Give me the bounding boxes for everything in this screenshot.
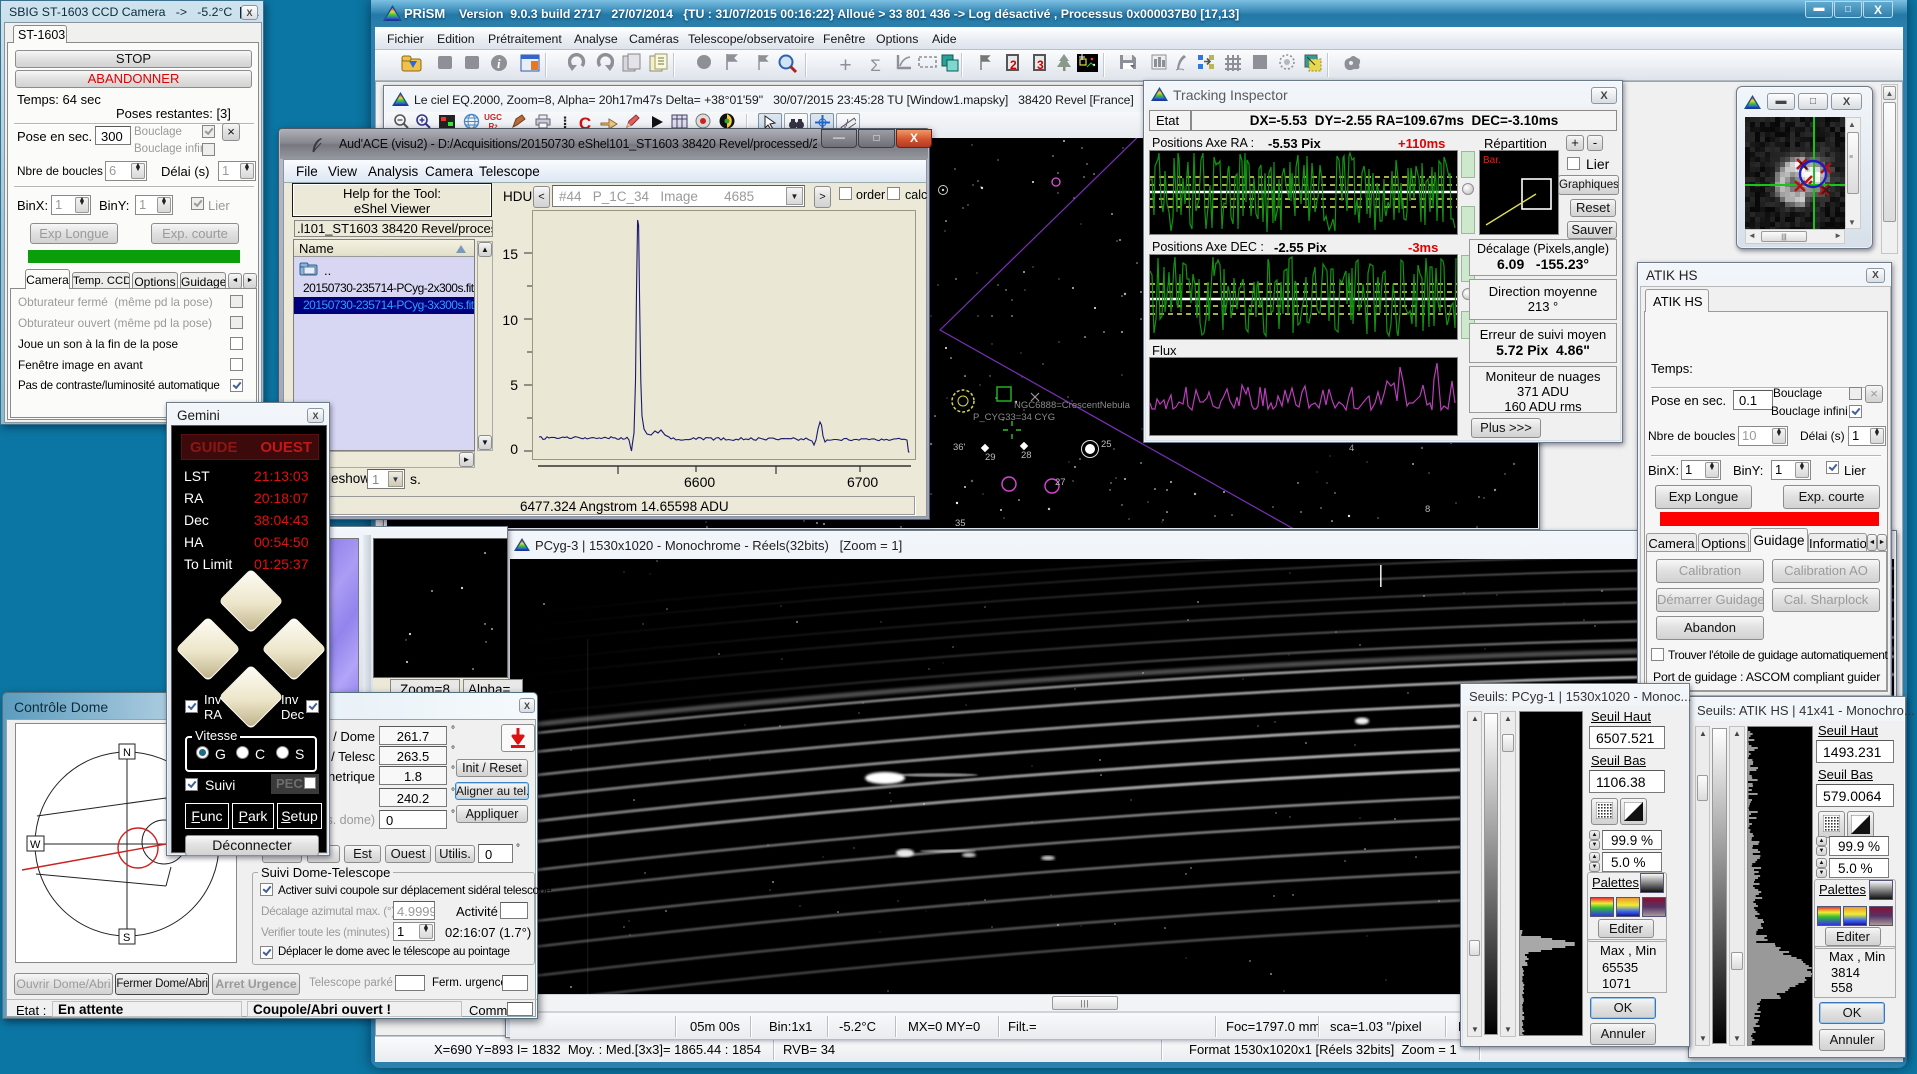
svg-text:8: 8 <box>1425 504 1430 515</box>
svg-text:27: 27 <box>1055 477 1066 488</box>
svg-text:36': 36' <box>953 442 966 453</box>
svg-text:W: W <box>30 839 41 851</box>
svg-text:35: 35 <box>955 518 966 528</box>
svg-text:28: 28 <box>1021 450 1032 461</box>
svg-text:Bar.: Bar. <box>1483 155 1501 166</box>
svg-text:3: 3 <box>1037 58 1044 72</box>
svg-text:N: N <box>123 747 131 759</box>
svg-text:29: 29 <box>985 452 996 463</box>
svg-text:25: 25 <box>1101 439 1112 450</box>
svg-text:NGC6888=CrescentNebula: NGC6888=CrescentNebula <box>1014 400 1131 411</box>
svg-text:P_CYG33=34 CYG: P_CYG33=34 CYG <box>973 412 1055 423</box>
svg-text:4: 4 <box>1349 443 1354 454</box>
svg-text:i: i <box>497 56 501 71</box>
svg-text:2: 2 <box>1010 58 1017 72</box>
svg-text:S: S <box>123 932 130 944</box>
